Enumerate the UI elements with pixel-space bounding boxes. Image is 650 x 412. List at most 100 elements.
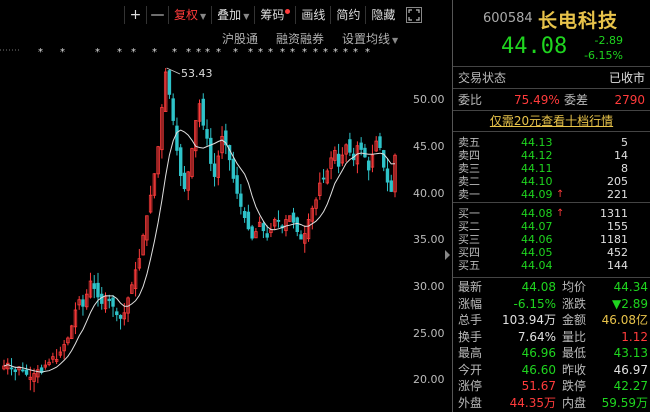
chips-button[interactable]: 筹码	[254, 6, 295, 24]
stat-value: 59.59万	[601, 395, 648, 410]
stat-label: 涨幅	[458, 296, 483, 311]
event-marker-icon[interactable]: *	[117, 47, 122, 57]
y-tick-label: 30.00	[413, 280, 445, 293]
chart-toolbar: + — 复权 ▼ 叠加 ▼ 筹码 画线 简约 隐藏	[124, 6, 423, 24]
ask-row[interactable]: 卖五 44.13 5	[458, 136, 628, 149]
bid-volume: 452	[607, 246, 628, 259]
quote-panel: 600584 长电科技 44.08 -2.89 -6.15% 交易状态 已收市 …	[453, 0, 650, 412]
event-marker-icon[interactable]: *	[302, 47, 307, 57]
overlay-button[interactable]: 叠加 ▼	[211, 6, 254, 24]
kline-svg[interactable]	[0, 0, 452, 412]
ask-price: 44.10	[521, 175, 553, 188]
candle	[24, 369, 29, 375]
stat-value: 44.08	[521, 280, 556, 294]
bid-row[interactable]: 买三 44.06 1181	[458, 233, 628, 246]
ask-level-label: 卖五	[458, 136, 480, 149]
candle	[92, 283, 96, 289]
event-marker-icon[interactable]: *	[268, 47, 273, 57]
candle	[21, 369, 25, 372]
event-marker-icon[interactable]: *	[152, 47, 157, 57]
candle	[359, 142, 363, 150]
y-tick-label: 50.00	[413, 93, 445, 106]
stat-value: 44.34	[613, 280, 648, 294]
summary-button[interactable]: 简约	[330, 6, 365, 24]
event-marker-icon[interactable]: *	[131, 47, 136, 57]
draw-line-button[interactable]: 画线	[295, 6, 330, 24]
event-marker-icon[interactable]: *	[290, 47, 295, 57]
stat-value: -6.15%	[513, 296, 556, 311]
candle	[389, 180, 393, 192]
event-marker-icon[interactable]: *	[38, 47, 43, 57]
candle	[13, 369, 17, 372]
event-marker-icon[interactable]: *	[313, 47, 318, 57]
stat-label: 最新	[458, 280, 483, 294]
candle	[366, 160, 371, 171]
price-change-block: -2.89 -6.15%	[579, 33, 623, 63]
candle	[205, 129, 209, 139]
candle	[111, 297, 115, 307]
event-marker-icon[interactable]: *	[205, 47, 210, 57]
stat-value: ▼2.89	[612, 296, 648, 311]
order-diff-value: 2790	[614, 93, 645, 107]
event-marker-icon[interactable]: *	[60, 47, 65, 57]
candle	[382, 150, 386, 168]
candle	[321, 177, 326, 180]
stats-row: 涨停 51.67 跌停 42.27	[458, 378, 648, 395]
ask-row[interactable]: 卖四 44.12 14	[458, 149, 628, 162]
ask-row[interactable]: 卖一 44.09 ↑ 221	[458, 188, 628, 201]
event-marker-icon[interactable]: *	[186, 47, 191, 57]
divider	[453, 88, 650, 89]
adjust-button[interactable]: 复权 ▼	[168, 6, 211, 24]
stock-name[interactable]: 长电科技	[538, 6, 618, 33]
event-marker-icon[interactable]: *	[248, 47, 253, 57]
level2-promo-link[interactable]: 仅需20元查看十档行情	[453, 112, 650, 129]
event-marker-icon[interactable]: *	[258, 47, 263, 57]
candle	[235, 175, 239, 194]
candle	[295, 217, 299, 233]
zoom-in-button[interactable]: +	[124, 6, 146, 24]
event-marker-icon[interactable]: *	[216, 47, 221, 57]
event-marker-icon[interactable]: *	[353, 47, 358, 57]
stat-value: 46.08亿	[601, 313, 648, 327]
bid-row[interactable]: 买四 44.05 452	[458, 246, 628, 259]
event-marker-icon[interactable]: *	[365, 47, 370, 57]
divider	[453, 277, 650, 278]
zoom-out-button[interactable]: —	[146, 6, 168, 24]
ask-price: 44.11	[521, 162, 553, 175]
price-change: -2.89	[594, 34, 623, 47]
bid-row[interactable]: 买五 44.04 144	[458, 259, 628, 272]
stat-label: 跌停	[562, 379, 587, 393]
ask-volume: 221	[607, 188, 628, 201]
ask-row[interactable]: 卖三 44.11 8	[458, 162, 628, 175]
event-marker-icon[interactable]: *	[323, 47, 328, 57]
hide-button[interactable]: 隐藏	[365, 6, 400, 24]
expand-icon[interactable]	[406, 7, 423, 23]
candle	[209, 137, 213, 164]
divider	[453, 110, 650, 111]
stat-label: 均价	[562, 280, 587, 294]
stats-row: 换手 7.64% 量比 1.12	[458, 329, 648, 346]
collapse-panel-icon[interactable]	[445, 250, 450, 260]
bid-row[interactable]: 买二 44.07 155	[458, 220, 628, 233]
trade-status-label: 交易状态	[458, 71, 507, 85]
event-marker-icon[interactable]: *	[196, 47, 201, 57]
ask-price: 44.12	[521, 149, 553, 162]
ask-level-label: 卖二	[458, 175, 480, 188]
event-marker-icon[interactable]: *	[172, 47, 177, 57]
kline-chart[interactable]: + — 复权 ▼ 叠加 ▼ 筹码 画线 简约 隐藏 沪股通 融资融券 设置均线 ▼ *…	[0, 0, 452, 412]
stat-label: 总手	[458, 313, 483, 327]
chevron-down-icon: ▼	[200, 12, 207, 21]
chevron-down-icon: ▼	[392, 36, 399, 45]
bid-price: 44.08	[521, 207, 553, 220]
event-marker-icon[interactable]: *	[233, 47, 238, 57]
bid-row[interactable]: 买一 44.08 ↑ 1311	[458, 207, 628, 220]
stat-label: 涨跌	[562, 296, 587, 311]
event-marker-icon[interactable]: *	[333, 47, 338, 57]
candle	[9, 367, 14, 370]
event-marker-icon[interactable]: *	[280, 47, 285, 57]
bid-level-label: 买五	[458, 259, 480, 272]
trade-status-value: 已收市	[608, 71, 645, 85]
ask-row[interactable]: 卖二 44.10 205	[458, 175, 628, 188]
event-marker-icon[interactable]: *	[95, 47, 100, 57]
event-marker-icon[interactable]: *	[343, 47, 348, 57]
